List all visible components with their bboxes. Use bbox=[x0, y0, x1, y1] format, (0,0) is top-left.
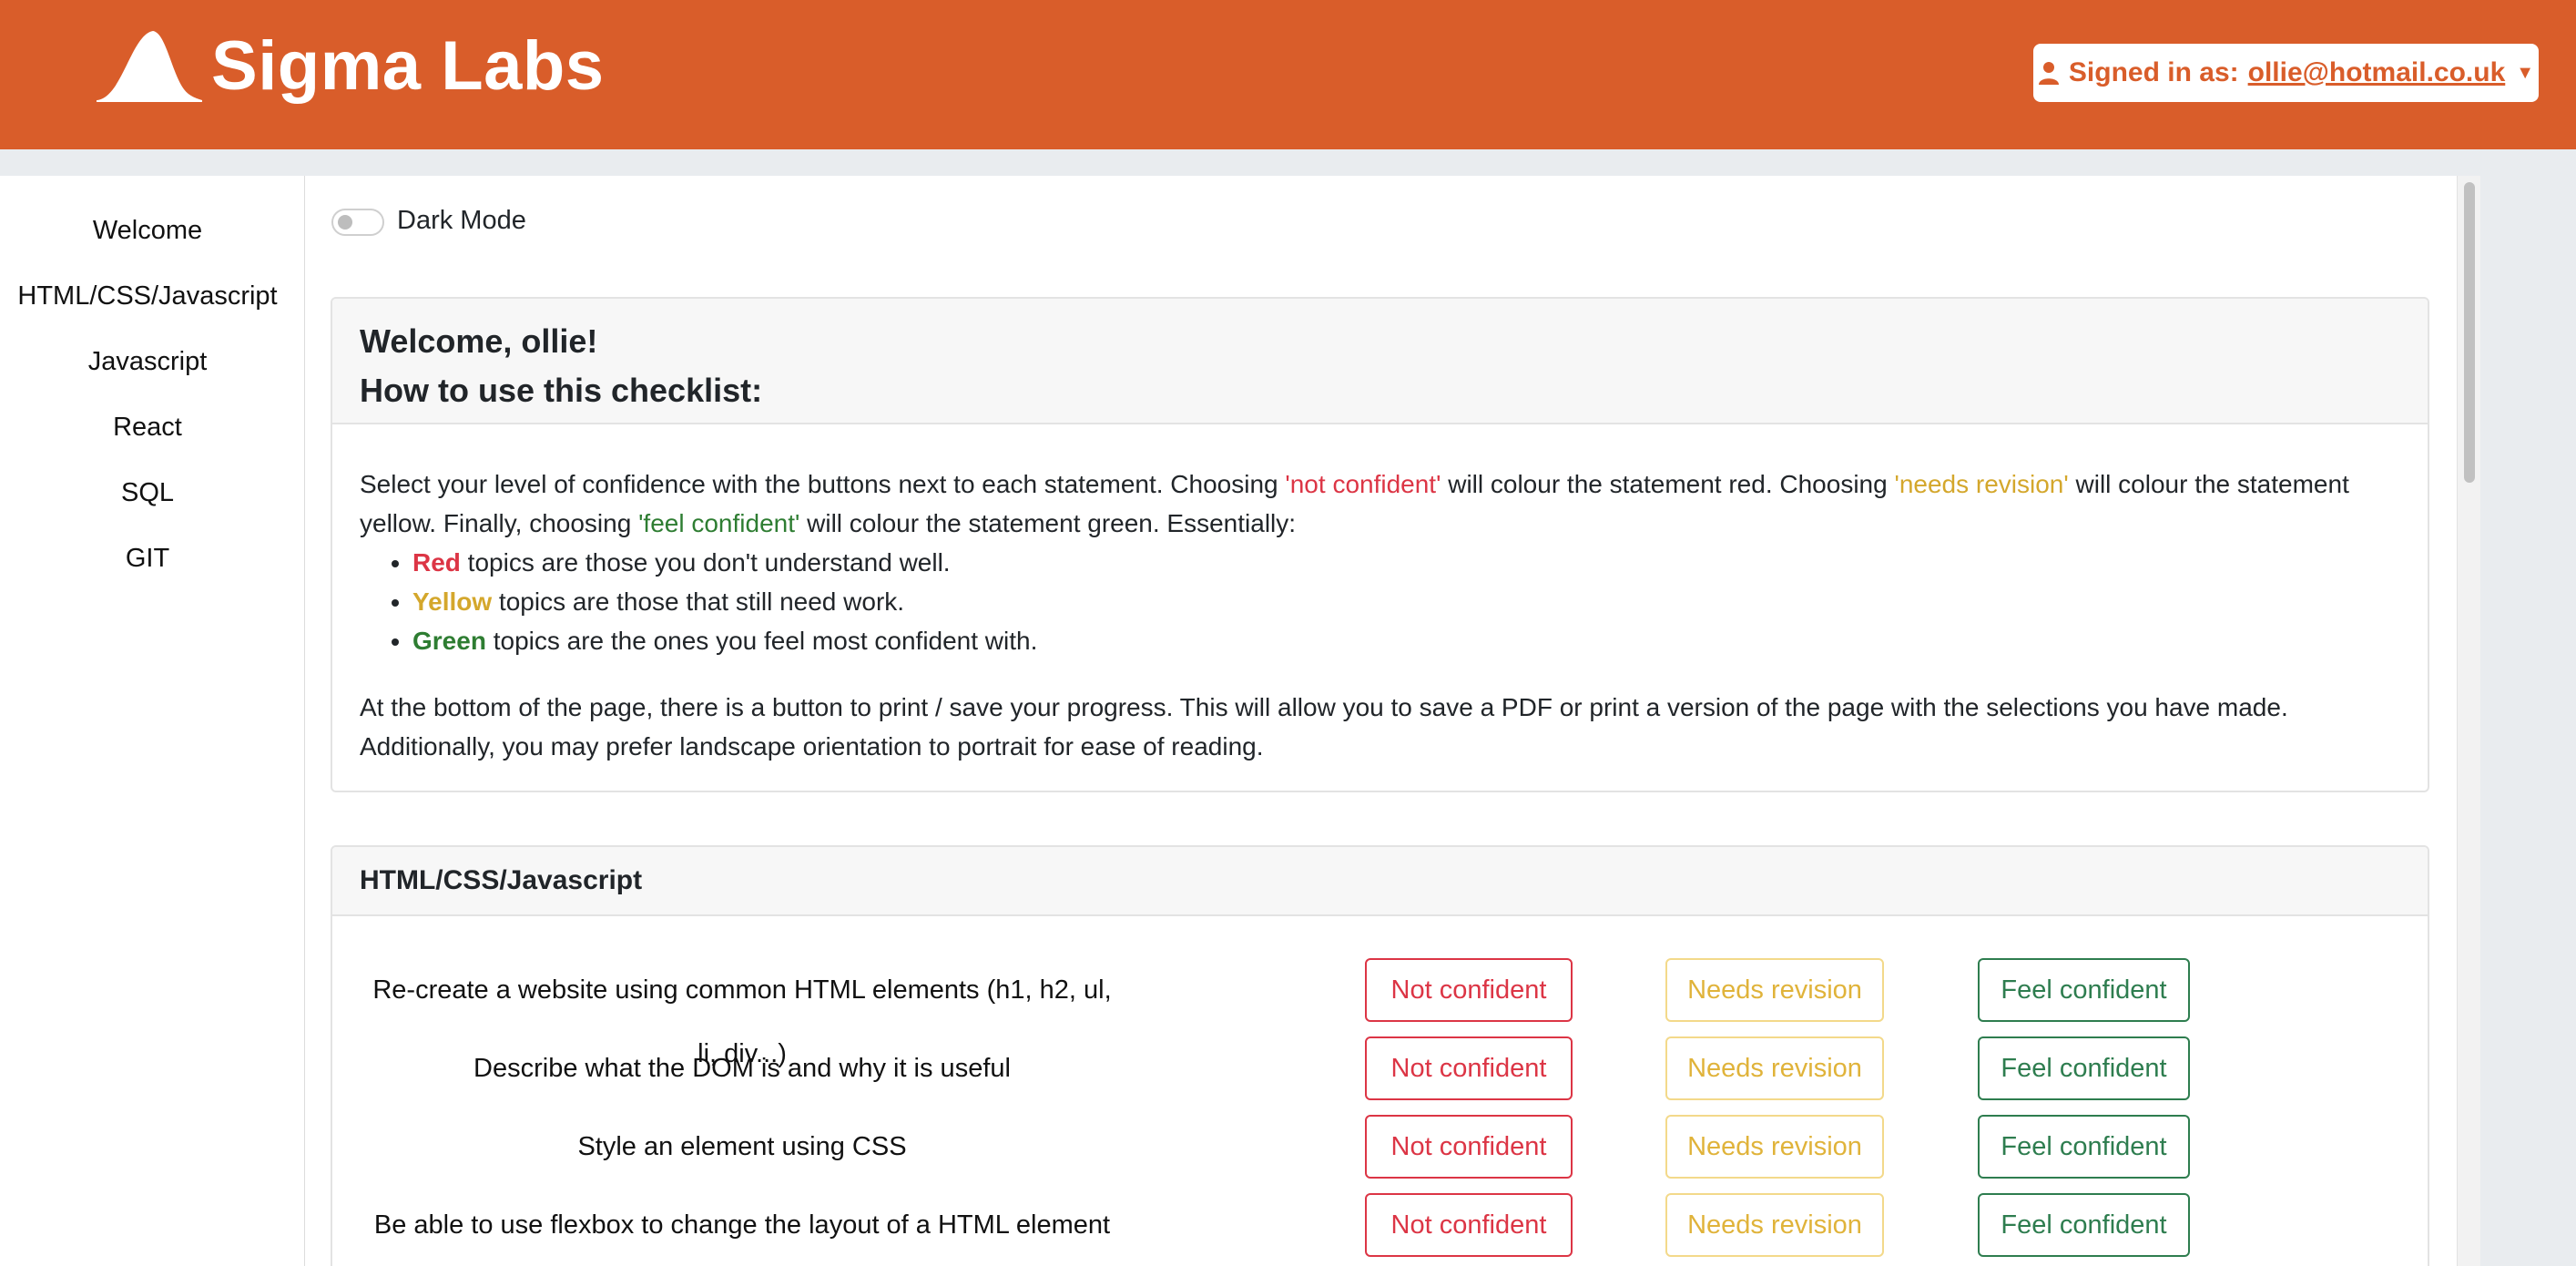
needs-revision-button[interactable]: Needs revision bbox=[1665, 958, 1884, 1022]
sidebar-item-html-css-javascript[interactable]: HTML/CSS/Javascript bbox=[0, 281, 295, 311]
how-to-heading: How to use this checklist: bbox=[360, 372, 763, 409]
legend-text: topics are the ones you feel most confid… bbox=[485, 627, 1038, 655]
brand-logo[interactable]: Sigma Labs bbox=[95, 26, 605, 107]
html-css-javascript-section: HTML/CSS/Javascript Re-create a website … bbox=[331, 845, 2429, 1266]
legend-key-red: Red bbox=[412, 548, 461, 577]
instructions-paragraph: Select your level of confidence with the… bbox=[360, 465, 2400, 543]
sidebar-item-sql[interactable]: SQL bbox=[0, 478, 295, 508]
account-menu-button[interactable]: Signed in as: ollie@hotmail.co.uk ▼ bbox=[2033, 44, 2539, 102]
intro-card: Welcome, ollie! How to use this checklis… bbox=[331, 297, 2429, 792]
needs-revision-button[interactable]: Needs revision bbox=[1665, 1036, 1884, 1100]
statement-text: Describe what the DOM is and why it is u… bbox=[473, 1054, 1011, 1083]
feel-confident-button[interactable]: Feel confident bbox=[1978, 1193, 2190, 1257]
list-item: Yellow topics are those that still need … bbox=[412, 582, 2400, 621]
statement-text: Style an element using CSS bbox=[577, 1132, 907, 1161]
caret-down-icon: ▼ bbox=[2516, 62, 2535, 83]
sidebar-item-javascript[interactable]: Javascript bbox=[0, 347, 295, 377]
app-header: Sigma Labs Signed in as: ollie@hotmail.c… bbox=[0, 0, 2576, 149]
not-confident-button[interactable]: Not confident bbox=[1365, 1115, 1573, 1179]
legend-text: topics are those that still need work. bbox=[492, 587, 905, 616]
welcome-heading: Welcome, ollie! bbox=[360, 322, 598, 360]
legend-key-green: Green bbox=[412, 627, 486, 655]
needs-revision-button[interactable]: Needs revision bbox=[1665, 1115, 1884, 1179]
statement-text: Be able to use flexbox to change the lay… bbox=[373, 1210, 1111, 1240]
dark-mode-toggle[interactable] bbox=[331, 209, 384, 236]
print-info-paragraph: At the bottom of the page, there is a bu… bbox=[360, 693, 2288, 761]
list-item: Green topics are the ones you feel most … bbox=[412, 621, 2400, 660]
checklist-row: Re-create a website using common HTML el… bbox=[332, 958, 2428, 1068]
needs-revision-term: 'needs revision' bbox=[1894, 470, 2069, 498]
instructions-text: will colour the statement green. Essenti… bbox=[799, 509, 1297, 537]
dark-mode-label: Dark Mode bbox=[397, 206, 526, 235]
sidebar-item-react[interactable]: React bbox=[0, 413, 295, 443]
intro-card-header: Welcome, ollie! How to use this checklis… bbox=[332, 299, 2428, 424]
instructions-text: will colour the statement red. Choosing bbox=[1441, 470, 1895, 498]
feel-confident-button[interactable]: Feel confident bbox=[1978, 1036, 2190, 1100]
scrollbar-thumb[interactable] bbox=[2464, 182, 2475, 483]
not-confident-button[interactable]: Not confident bbox=[1365, 1193, 1573, 1257]
account-email-link[interactable]: ollie@hotmail.co.uk bbox=[2248, 57, 2506, 88]
brand-name: Sigma Labs bbox=[211, 27, 605, 105]
not-confident-term: 'not confident' bbox=[1285, 470, 1441, 498]
legend-list: Red topics are those you don't understan… bbox=[360, 543, 2400, 660]
logo-icon bbox=[95, 26, 204, 107]
user-icon bbox=[2038, 61, 2060, 85]
instructions-text: Select your level of confidence with the… bbox=[360, 470, 1286, 498]
checklist-row: Be able to use flexbox to change the lay… bbox=[332, 1193, 2428, 1257]
signed-in-label: Signed in as: bbox=[2068, 57, 2239, 87]
needs-revision-button[interactable]: Needs revision bbox=[1665, 1193, 1884, 1257]
sidebar-item-welcome[interactable]: Welcome bbox=[0, 216, 295, 246]
not-confident-button[interactable]: Not confident bbox=[1365, 1036, 1573, 1100]
checklist-row: Describe what the DOM is and why it is u… bbox=[332, 1036, 2428, 1100]
list-item: Red topics are those you don't understan… bbox=[412, 543, 2400, 582]
feel-confident-term: 'feel confident' bbox=[638, 509, 800, 537]
toggle-knob bbox=[338, 215, 352, 230]
legend-text: topics are those you don't understand we… bbox=[460, 548, 951, 577]
sidebar-item-git[interactable]: GIT bbox=[0, 544, 295, 574]
feel-confident-button[interactable]: Feel confident bbox=[1978, 1115, 2190, 1179]
intro-card-body: Select your level of confidence with the… bbox=[332, 424, 2428, 766]
sidebar: Welcome HTML/CSS/Javascript Javascript R… bbox=[0, 176, 304, 1266]
feel-confident-button[interactable]: Feel confident bbox=[1978, 958, 2190, 1022]
section-title: HTML/CSS/Javascript bbox=[332, 847, 2428, 916]
legend-key-yellow: Yellow bbox=[412, 587, 493, 616]
not-confident-button[interactable]: Not confident bbox=[1365, 958, 1573, 1022]
checklist-row: Style an element using CSS Not confident… bbox=[332, 1115, 2428, 1179]
